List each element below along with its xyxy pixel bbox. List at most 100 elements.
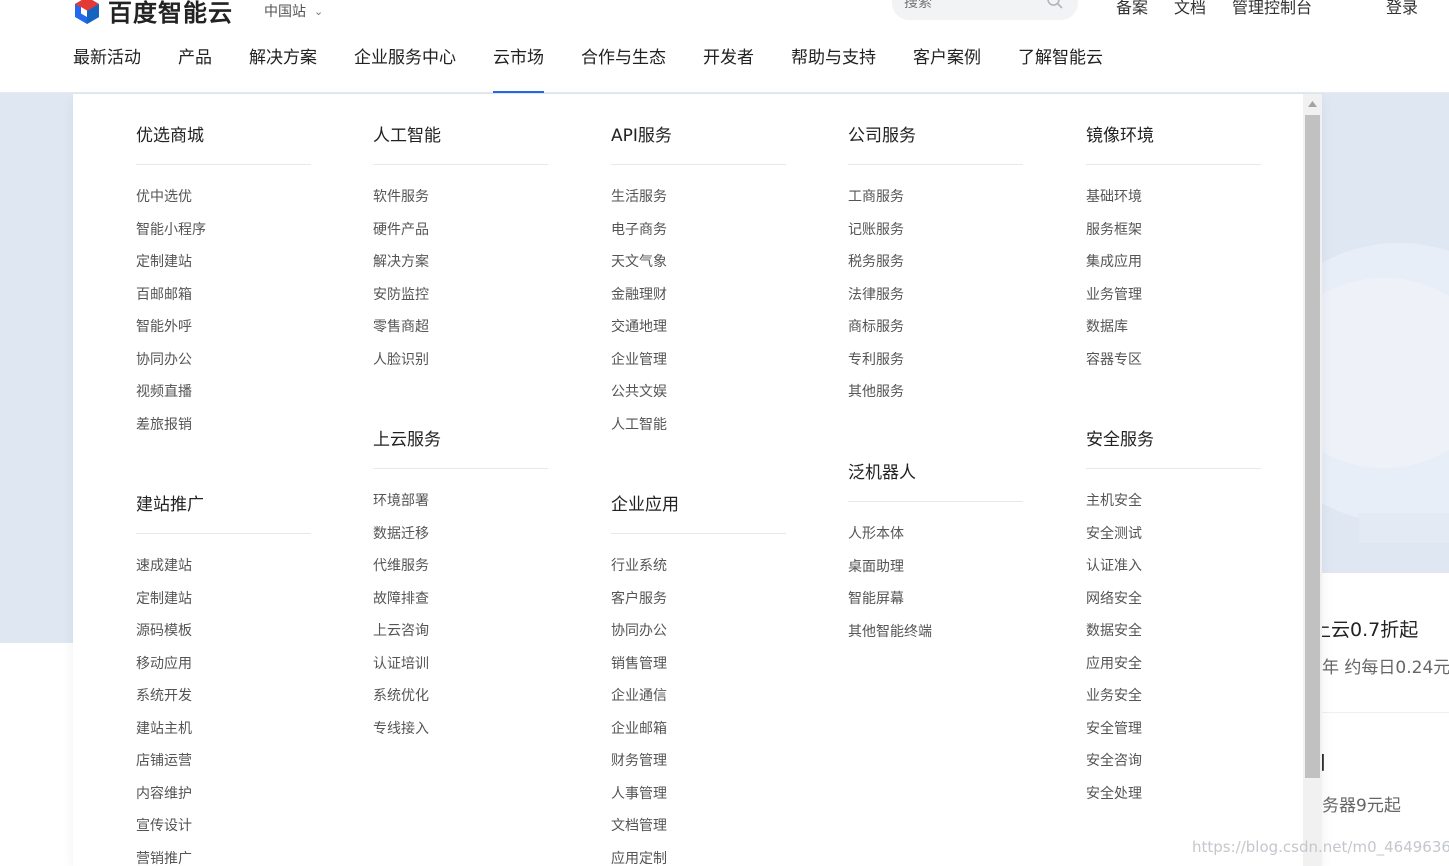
nav-item-partners[interactable]: 合作与生态 xyxy=(581,45,666,93)
menu-item[interactable]: 系统优化 xyxy=(373,680,548,713)
dropdown-scrollbar[interactable] xyxy=(1303,94,1322,866)
menu-item[interactable]: 协同办公 xyxy=(136,344,311,377)
menu-item[interactable]: 记账服务 xyxy=(848,214,1023,247)
menu-item[interactable]: 企业管理 xyxy=(611,344,786,377)
menu-item[interactable]: 服务框架 xyxy=(1086,214,1261,247)
menu-item[interactable]: 硬件产品 xyxy=(373,214,548,247)
menu-item[interactable]: 优中选优 xyxy=(136,181,311,214)
menu-item[interactable]: 基础环境 xyxy=(1086,181,1261,214)
menu-item[interactable]: 桌面助理 xyxy=(848,551,1023,584)
menu-item[interactable]: 人脸识别 xyxy=(373,344,548,377)
menu-item[interactable]: 定制建站 xyxy=(136,246,311,279)
region-selector[interactable]: 中国站 ⌄ xyxy=(264,0,323,22)
nav-item-cases[interactable]: 客户案例 xyxy=(913,45,981,93)
menu-item[interactable]: 认证准入 xyxy=(1086,550,1261,583)
search-input[interactable] xyxy=(904,0,1034,11)
menu-item[interactable]: 数据安全 xyxy=(1086,615,1261,648)
menu-item[interactable]: 文档管理 xyxy=(611,810,786,843)
menu-item[interactable]: 集成应用 xyxy=(1086,246,1261,279)
menu-item[interactable]: 税务服务 xyxy=(848,246,1023,279)
menu-item[interactable]: 安全管理 xyxy=(1086,713,1261,746)
nav-item-support[interactable]: 帮助与支持 xyxy=(791,45,876,93)
menu-item[interactable]: 环境部署 xyxy=(373,485,548,518)
menu-item[interactable]: 行业系统 xyxy=(611,550,786,583)
menu-item[interactable]: 数据迁移 xyxy=(373,518,548,551)
menu-item[interactable]: 故障排查 xyxy=(373,583,548,616)
toplink-docs[interactable]: 文档 xyxy=(1174,0,1206,18)
menu-item[interactable]: 零售商超 xyxy=(373,311,548,344)
menu-item[interactable]: 企业通信 xyxy=(611,680,786,713)
nav-item-products[interactable]: 产品 xyxy=(178,45,212,93)
menu-item[interactable]: 天文气象 xyxy=(611,246,786,279)
menu-item[interactable]: 业务安全 xyxy=(1086,680,1261,713)
menu-item[interactable]: 交通地理 xyxy=(611,311,786,344)
menu-item[interactable]: 专利服务 xyxy=(848,344,1023,377)
menu-item[interactable]: 建站主机 xyxy=(136,713,311,746)
toplink-console[interactable]: 管理控制台 xyxy=(1232,0,1312,18)
menu-item[interactable]: 主机安全 xyxy=(1086,485,1261,518)
nav-item-developers[interactable]: 开发者 xyxy=(703,45,754,93)
menu-item[interactable]: 宣传设计 xyxy=(136,810,311,843)
menu-item[interactable]: 应用定制 xyxy=(611,843,786,866)
nav-item-solutions[interactable]: 解决方案 xyxy=(249,45,317,93)
nav-item-enterprise[interactable]: 企业服务中心 xyxy=(354,45,456,93)
logo[interactable]: 百度智能云 xyxy=(72,0,233,28)
menu-item[interactable]: 应用安全 xyxy=(1086,648,1261,681)
menu-item[interactable]: 内容维护 xyxy=(136,778,311,811)
menu-item[interactable]: 安全处理 xyxy=(1086,778,1261,811)
search-box[interactable] xyxy=(892,0,1078,20)
menu-item[interactable]: 协同办公 xyxy=(611,615,786,648)
nav-item-about[interactable]: 了解智能云 xyxy=(1018,45,1103,93)
menu-item[interactable]: 销售管理 xyxy=(611,648,786,681)
menu-item[interactable]: 解决方案 xyxy=(373,246,548,279)
menu-item[interactable]: 差旅报销 xyxy=(136,409,311,442)
menu-item[interactable]: 客户服务 xyxy=(611,583,786,616)
menu-item[interactable]: 其他服务 xyxy=(848,376,1023,409)
toplink-beian[interactable]: 备案 xyxy=(1116,0,1148,18)
scrollbar-thumb[interactable] xyxy=(1305,115,1320,778)
menu-item[interactable]: 容器专区 xyxy=(1086,344,1261,377)
menu-item[interactable]: 软件服务 xyxy=(373,181,548,214)
menu-item[interactable]: 生活服务 xyxy=(611,181,786,214)
menu-item[interactable]: 认证培训 xyxy=(373,648,548,681)
menu-item[interactable]: 百邮邮箱 xyxy=(136,279,311,312)
menu-item[interactable]: 电子商务 xyxy=(611,214,786,247)
menu-item[interactable]: 店铺运营 xyxy=(136,745,311,778)
menu-item[interactable]: 智能外呼 xyxy=(136,311,311,344)
nav-item-marketplace[interactable]: 云市场 xyxy=(493,45,544,93)
menu-item[interactable]: 源码模板 xyxy=(136,615,311,648)
menu-item[interactable]: 上云咨询 xyxy=(373,615,548,648)
menu-item[interactable]: 业务管理 xyxy=(1086,279,1261,312)
login-link[interactable]: 登录 xyxy=(1386,0,1418,18)
scroll-up-arrow-icon[interactable] xyxy=(1303,94,1322,114)
menu-item[interactable]: 代维服务 xyxy=(373,550,548,583)
menu-item[interactable]: 专线接入 xyxy=(373,713,548,746)
menu-item[interactable]: 公共文娱 xyxy=(611,376,786,409)
menu-item[interactable]: 数据库 xyxy=(1086,311,1261,344)
menu-item[interactable]: 法律服务 xyxy=(848,279,1023,312)
menu-item[interactable]: 金融理财 xyxy=(611,279,786,312)
search-icon[interactable] xyxy=(1046,0,1064,10)
menu-item[interactable]: 速成建站 xyxy=(136,550,311,583)
nav-item-latest[interactable]: 最新活动 xyxy=(73,45,141,93)
menu-item[interactable]: 财务管理 xyxy=(611,745,786,778)
menu-item[interactable]: 商标服务 xyxy=(848,311,1023,344)
menu-item[interactable]: 视频直播 xyxy=(136,376,311,409)
menu-item[interactable]: 安防监控 xyxy=(373,279,548,312)
menu-item[interactable]: 智能小程序 xyxy=(136,214,311,247)
menu-item[interactable]: 营销推广 xyxy=(136,843,311,866)
menu-item[interactable]: 安全咨询 xyxy=(1086,745,1261,778)
menu-item[interactable]: 系统开发 xyxy=(136,680,311,713)
menu-item[interactable]: 人事管理 xyxy=(611,778,786,811)
menu-item[interactable]: 人形本体 xyxy=(848,518,1023,551)
menu-item[interactable]: 安全测试 xyxy=(1086,518,1261,551)
menu-item[interactable]: 其他智能终端 xyxy=(848,616,1023,649)
menu-item[interactable]: 移动应用 xyxy=(136,648,311,681)
menu-item[interactable]: 智能屏幕 xyxy=(848,583,1023,616)
menu-item[interactable]: 工商服务 xyxy=(848,181,1023,214)
menu-item[interactable]: 网络安全 xyxy=(1086,583,1261,616)
menu-item[interactable]: 企业邮箱 xyxy=(611,713,786,746)
promo-card-discount[interactable]: 上云0.7折起 年 约每日0.24元 xyxy=(1312,573,1449,711)
menu-item[interactable]: 定制建站 xyxy=(136,583,311,616)
menu-item[interactable]: 人工智能 xyxy=(611,409,786,442)
